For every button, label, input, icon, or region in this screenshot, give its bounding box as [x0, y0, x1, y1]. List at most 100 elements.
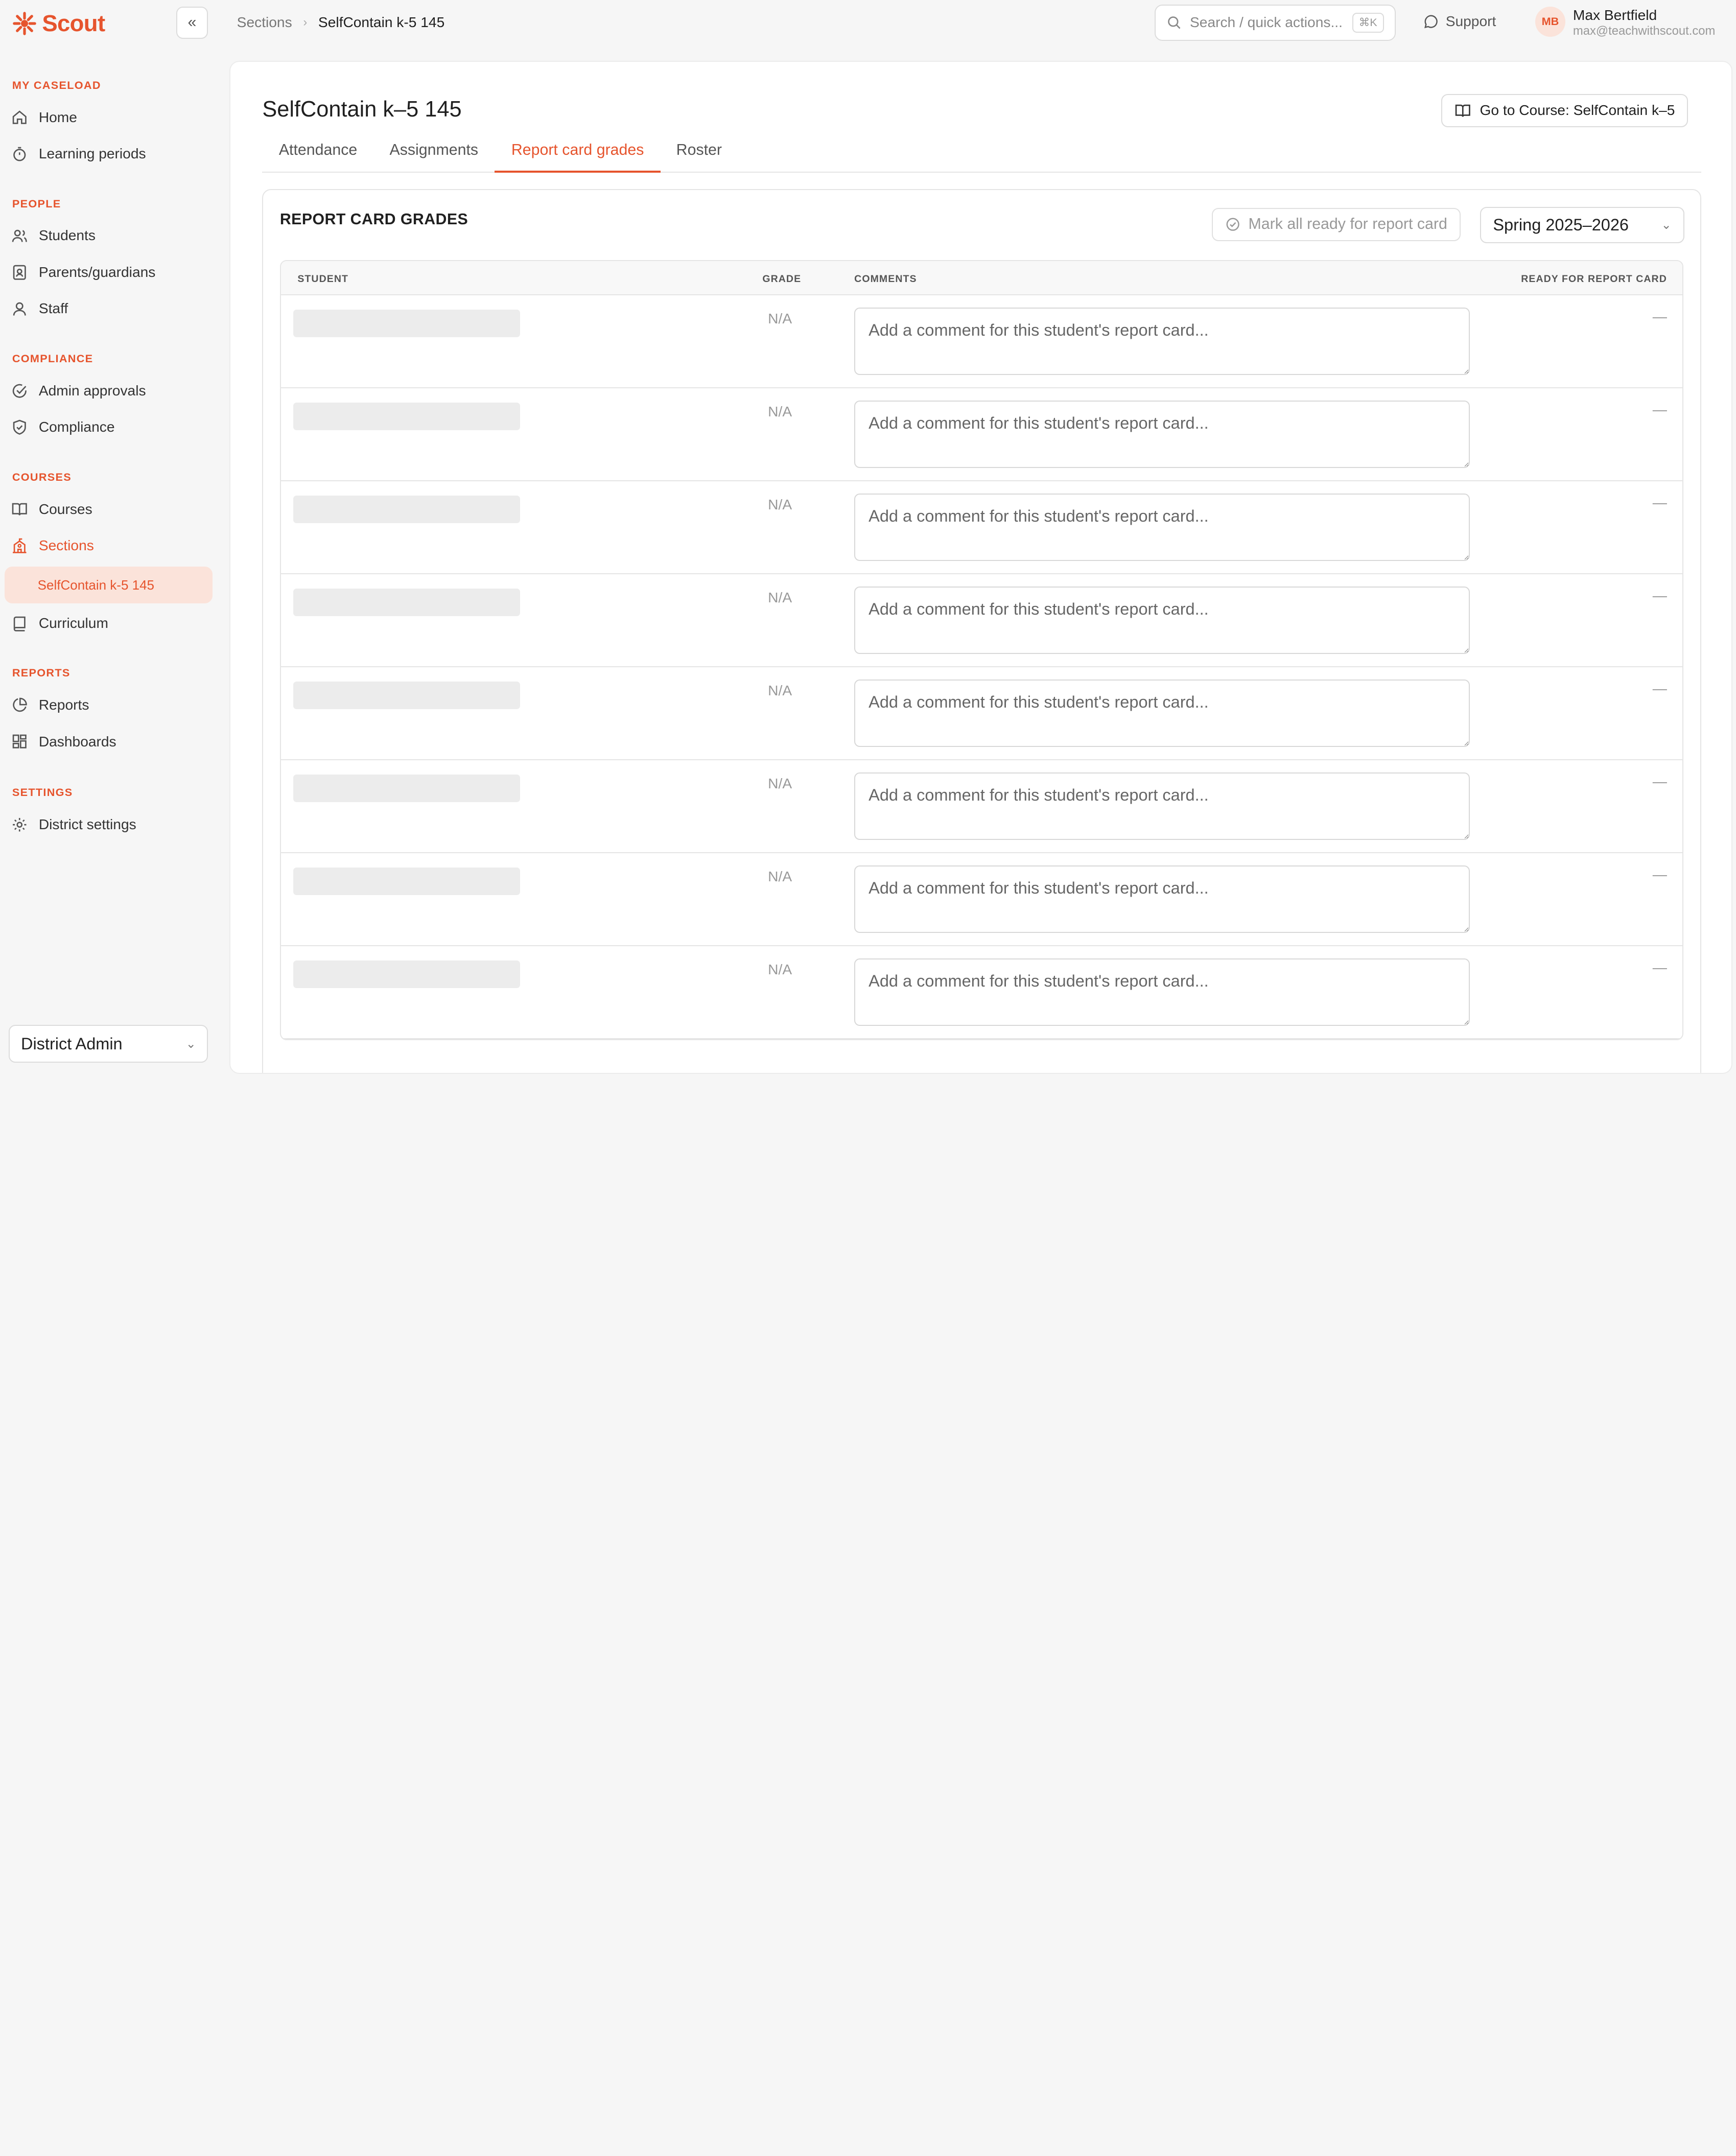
- gear-icon: [12, 817, 27, 832]
- role-select-value: District Admin: [20, 1034, 123, 1053]
- check-circle-icon: [1226, 218, 1239, 231]
- tab-bar: Attendance Assignments Report card grade…: [262, 142, 1702, 173]
- ready-status: —: [1652, 959, 1667, 975]
- sidebar-item-admin-approvals[interactable]: Admin approvals: [11, 379, 146, 403]
- sidebar-item-label: Learning periods: [38, 146, 146, 162]
- collapse-sidebar-button[interactable]: «: [176, 7, 208, 39]
- card-title: REPORT CARD GRADES: [279, 211, 468, 228]
- breadcrumb-sections-link[interactable]: Sections: [237, 14, 292, 31]
- comment-field[interactable]: [854, 772, 1470, 840]
- support-button[interactable]: Support: [1423, 13, 1496, 30]
- sidebar-item-label: Home: [38, 109, 77, 125]
- grade-value: N/A: [768, 311, 792, 327]
- tab-report-card-grades[interactable]: Report card grades: [495, 142, 661, 173]
- contact-card-icon: [13, 265, 26, 280]
- top-bar: Scout « Sections › SelfContain k-5 145 S…: [0, 0, 1735, 51]
- student-name-skeleton: [293, 310, 520, 338]
- sidebar-item-courses[interactable]: Courses: [11, 497, 92, 522]
- column-header-comments: COMMENTS: [854, 273, 917, 285]
- sidebar-item-home[interactable]: Home: [11, 105, 77, 130]
- check-circle-icon: [12, 384, 27, 398]
- ready-status: —: [1652, 401, 1667, 417]
- sidebar-item-dashboards[interactable]: Dashboards: [11, 730, 116, 754]
- sidebar-item-curriculum[interactable]: Curriculum: [11, 611, 108, 636]
- ready-status: —: [1652, 680, 1667, 696]
- main-panel: SelfContain k–5 145 Go to Course: SelfCo…: [229, 61, 1732, 1074]
- grades-table: STUDENT GRADE COMMENTS READY FOR REPORT …: [279, 260, 1684, 1040]
- term-select-value: Spring 2025–2026: [1493, 216, 1629, 235]
- chevron-down-icon: ⌄: [1661, 218, 1672, 232]
- ready-status: —: [1652, 866, 1667, 882]
- brand-name: Scout: [42, 10, 105, 36]
- ready-status: —: [1652, 308, 1667, 324]
- go-to-course-button[interactable]: Go to Course: SelfContain k–5: [1441, 93, 1688, 127]
- tab-assignments[interactable]: Assignments: [373, 142, 495, 173]
- sidebar-item-label: District settings: [38, 816, 136, 833]
- sidebar-item-parents-guardians[interactable]: Parents/guardians: [11, 260, 155, 285]
- mark-all-ready-button[interactable]: Mark all ready for report card: [1212, 207, 1461, 241]
- sidebar-item-label: Curriculum: [38, 615, 108, 631]
- grade-value: N/A: [768, 869, 792, 885]
- search-input[interactable]: Search / quick actions... ⌘K: [1154, 4, 1396, 41]
- comment-field[interactable]: [854, 493, 1470, 561]
- go-to-course-label: Go to Course: SelfContain k–5: [1480, 102, 1675, 119]
- scout-logo-icon: [12, 11, 36, 35]
- search-shortcut-badge: ⌘K: [1352, 13, 1384, 33]
- role-select[interactable]: District Admin ⌄: [9, 1025, 208, 1063]
- comment-field[interactable]: [854, 400, 1470, 468]
- support-label: Support: [1445, 13, 1496, 29]
- avatar[interactable]: MB: [1535, 7, 1565, 37]
- sidebar-item-students[interactable]: Students: [11, 224, 96, 248]
- column-header-grade: GRADE: [762, 273, 802, 285]
- book-icon: [13, 616, 26, 631]
- ready-status: —: [1652, 773, 1667, 789]
- table-row: N/A —: [280, 760, 1683, 853]
- student-name-skeleton: [293, 589, 520, 617]
- sidebar-subitem-selfcontain-k5-145[interactable]: SelfContain k-5 145: [4, 567, 213, 603]
- home-icon: [12, 110, 27, 125]
- ready-status: —: [1652, 587, 1667, 603]
- sidebar-item-label: Courses: [38, 501, 92, 517]
- table-row: N/A —: [280, 667, 1683, 760]
- comment-field[interactable]: [854, 958, 1470, 1026]
- section-my-caseload: MY CASELOAD: [12, 78, 101, 91]
- sidebar-item-sections[interactable]: Sections: [11, 533, 94, 558]
- sidebar-item-district-settings[interactable]: District settings: [11, 812, 136, 837]
- student-name-skeleton: [293, 682, 520, 710]
- comment-field[interactable]: [854, 307, 1470, 375]
- term-select[interactable]: Spring 2025–2026 ⌄: [1480, 206, 1685, 244]
- comment-field[interactable]: [854, 865, 1470, 933]
- ready-status: —: [1652, 494, 1667, 510]
- chevron-right-icon: ›: [303, 15, 308, 30]
- user-menu[interactable]: Max Bertfield max@teachwithscout.com: [1573, 7, 1715, 38]
- sidebar-item-label: Admin approvals: [38, 382, 146, 399]
- sidebar-item-label: Dashboards: [38, 733, 116, 749]
- timer-icon: [13, 147, 26, 161]
- comment-field[interactable]: [854, 679, 1470, 747]
- grade-value: N/A: [768, 683, 792, 699]
- mark-all-ready-label: Mark all ready for report card: [1248, 216, 1447, 233]
- user-icon: [13, 302, 26, 316]
- sidebar-item-reports[interactable]: Reports: [11, 693, 89, 717]
- chevron-down-icon: ⌄: [185, 1037, 196, 1051]
- grade-value: N/A: [768, 404, 792, 420]
- user-name: Max Bertfield: [1573, 7, 1657, 23]
- chevrons-left-icon: «: [187, 14, 197, 31]
- column-header-student: STUDENT: [297, 273, 348, 285]
- grade-value: N/A: [768, 962, 792, 978]
- tab-roster[interactable]: Roster: [660, 142, 738, 173]
- sidebar-item-compliance[interactable]: Compliance: [11, 415, 115, 440]
- book-open-icon: [1455, 105, 1470, 117]
- shield-check-icon: [13, 419, 26, 435]
- users-icon: [12, 230, 27, 242]
- sidebar-item-learning-periods[interactable]: Learning periods: [11, 142, 146, 166]
- section-courses: COURSES: [12, 470, 72, 483]
- section-people: PEOPLE: [12, 197, 61, 210]
- sidebar-item-label: Staff: [38, 300, 68, 317]
- comment-field[interactable]: [854, 586, 1470, 654]
- tab-attendance[interactable]: Attendance: [262, 142, 373, 173]
- breadcrumb-current: SelfContain k-5 145: [318, 14, 445, 31]
- message-circle-icon: [1424, 15, 1438, 29]
- sidebar-item-staff[interactable]: Staff: [11, 297, 68, 321]
- scout-logo[interactable]: Scout: [11, 10, 105, 37]
